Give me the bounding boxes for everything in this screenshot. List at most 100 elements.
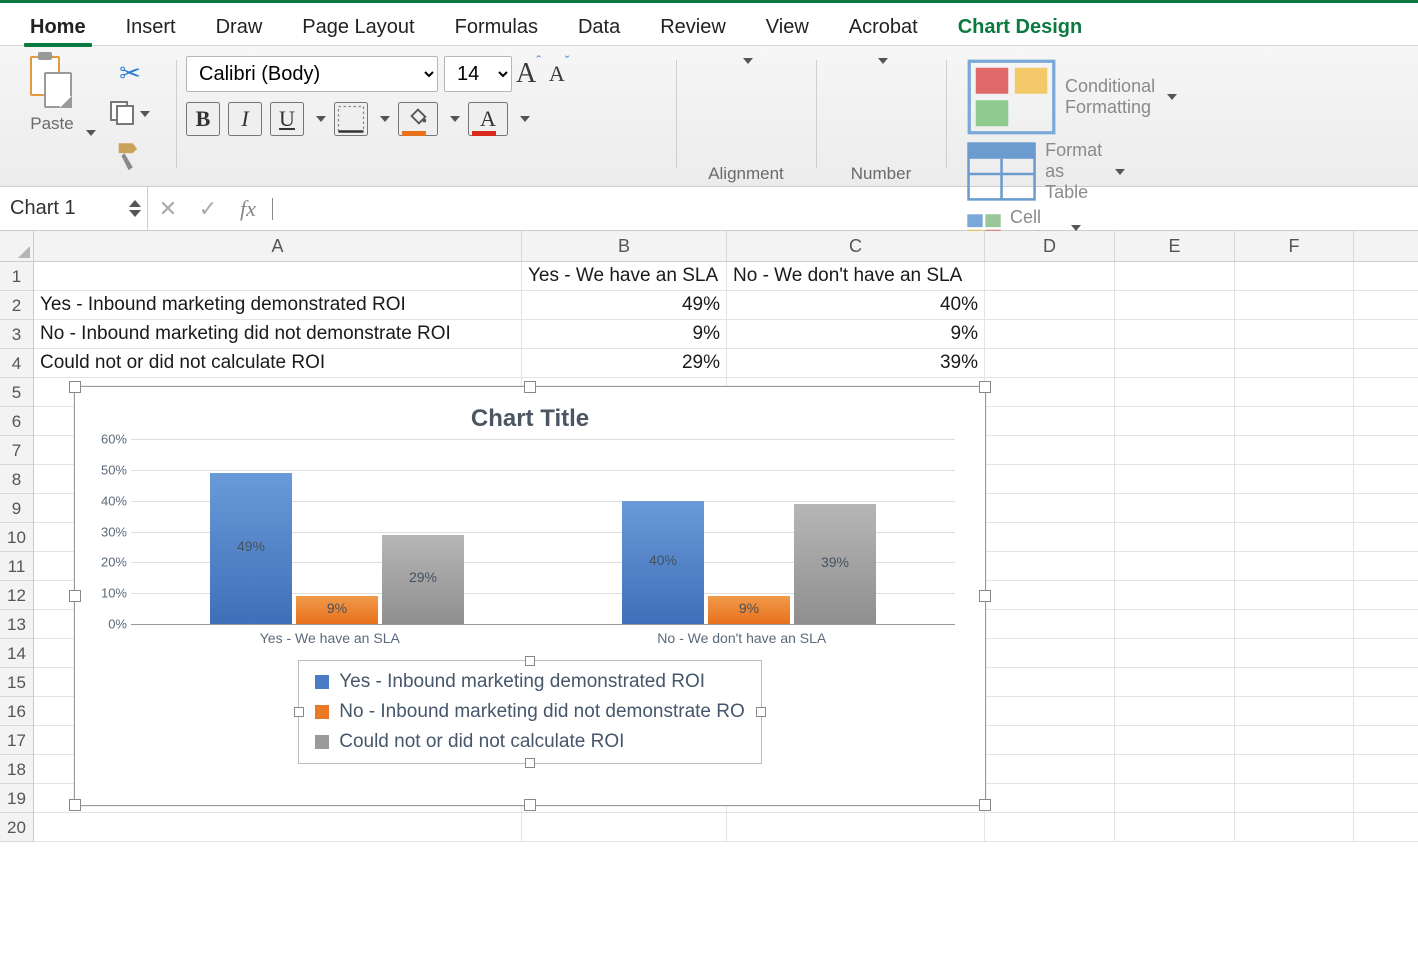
cell-D1[interactable] (985, 262, 1115, 290)
cell-F17[interactable] (1235, 726, 1354, 754)
paste-menu-caret[interactable] (86, 130, 96, 136)
cell-D6[interactable] (985, 407, 1115, 435)
ribbon-tab-review[interactable]: Review (640, 8, 746, 45)
cell-B4[interactable]: 29% (522, 349, 727, 377)
chart-bar[interactable]: 49% (210, 473, 292, 624)
cell-A2[interactable]: Yes - Inbound marketing demonstrated ROI (34, 291, 522, 319)
cell-E11[interactable] (1115, 552, 1235, 580)
chart-resize-handle-s[interactable] (524, 799, 536, 811)
cell-F5[interactable] (1235, 378, 1354, 406)
ribbon-tab-view[interactable]: View (746, 8, 829, 45)
cell-D15[interactable] (985, 668, 1115, 696)
column-header-D[interactable]: D (985, 231, 1115, 261)
cell-F4[interactable] (1235, 349, 1354, 377)
chart-resize-handle-nw[interactable] (69, 381, 81, 393)
cell-F2[interactable] (1235, 291, 1354, 319)
cell-E13[interactable] (1115, 610, 1235, 638)
cell-F16[interactable] (1235, 697, 1354, 725)
row-header-12[interactable]: 12 (0, 581, 33, 610)
cell-F18[interactable] (1235, 755, 1354, 783)
cell-F19[interactable] (1235, 784, 1354, 812)
embedded-chart[interactable]: Chart Title0%10%20%30%40%50%60%49%9%29%4… (74, 386, 986, 806)
font-color-button[interactable]: A (468, 102, 508, 136)
chart-legend-item[interactable]: No - Inbound marketing did not demonstra… (315, 697, 745, 727)
cell-E15[interactable] (1115, 668, 1235, 696)
row-header-6[interactable]: 6 (0, 407, 33, 436)
cell-A3[interactable]: No - Inbound marketing did not demonstra… (34, 320, 522, 348)
chart-legend[interactable]: Yes - Inbound marketing demonstrated ROI… (298, 660, 762, 764)
font-name-select[interactable]: Calibri (Body) (186, 56, 438, 92)
row-header-15[interactable]: 15 (0, 668, 33, 697)
cell-A20[interactable] (34, 813, 522, 841)
row-header-3[interactable]: 3 (0, 320, 33, 349)
cell-E12[interactable] (1115, 581, 1235, 609)
cell-D3[interactable] (985, 320, 1115, 348)
cell-E2[interactable] (1115, 291, 1235, 319)
name-box-spinner[interactable] (129, 200, 141, 217)
cell-F7[interactable] (1235, 436, 1354, 464)
cell-F12[interactable] (1235, 581, 1354, 609)
copy-button[interactable] (108, 99, 152, 129)
cell-B3[interactable]: 9% (522, 320, 727, 348)
cell-E16[interactable] (1115, 697, 1235, 725)
legend-resize-handle[interactable] (756, 707, 766, 717)
cell-D8[interactable] (985, 465, 1115, 493)
chart-resize-handle-n[interactable] (524, 381, 536, 393)
cell-F15[interactable] (1235, 668, 1354, 696)
cell-C2[interactable]: 40% (727, 291, 985, 319)
cancel-formula-button[interactable]: ✕ (148, 196, 188, 222)
column-header-F[interactable]: F (1235, 231, 1354, 261)
format-as-table-button[interactable]: Format as Table (966, 138, 1125, 205)
column-header-E[interactable]: E (1115, 231, 1235, 261)
cell-F6[interactable] (1235, 407, 1354, 435)
row-header-10[interactable]: 10 (0, 523, 33, 552)
chart-resize-handle-se[interactable] (979, 799, 991, 811)
row-header-1[interactable]: 1 (0, 262, 33, 291)
row-header-17[interactable]: 17 (0, 726, 33, 755)
cell-E7[interactable] (1115, 436, 1235, 464)
borders-button[interactable] (334, 102, 368, 136)
alignment-menu-caret[interactable] (743, 58, 753, 64)
cell-D16[interactable] (985, 697, 1115, 725)
cell-F3[interactable] (1235, 320, 1354, 348)
cell-B1[interactable]: Yes - We have an SLA (522, 262, 727, 290)
cell-F20[interactable] (1235, 813, 1354, 841)
cell-B20[interactable] (522, 813, 727, 841)
underline-menu-caret[interactable] (316, 116, 326, 122)
cell-C20[interactable] (727, 813, 985, 841)
decrease-font-button[interactable]: Aˇ (545, 61, 574, 87)
row-header-19[interactable]: 19 (0, 784, 33, 813)
cell-F1[interactable] (1235, 262, 1354, 290)
cell-D13[interactable] (985, 610, 1115, 638)
fill-color-button[interactable] (398, 102, 438, 136)
chart-bar[interactable]: 39% (794, 504, 876, 624)
chart-bar[interactable]: 40% (622, 501, 704, 624)
copy-menu-caret[interactable] (140, 111, 150, 117)
chart-title[interactable]: Chart Title (75, 387, 985, 439)
chart-resize-handle-e[interactable] (979, 590, 991, 602)
cell-C3[interactable]: 9% (727, 320, 985, 348)
cells-area[interactable]: Yes - We have an SLANo - We don't have a… (34, 262, 1418, 842)
ribbon-tab-chart-design[interactable]: Chart Design (938, 8, 1102, 45)
cell-E6[interactable] (1115, 407, 1235, 435)
ribbon-tab-data[interactable]: Data (558, 8, 640, 45)
underline-button[interactable]: U (270, 102, 304, 136)
legend-resize-handle[interactable] (525, 656, 535, 666)
chart-bar[interactable]: 9% (708, 596, 790, 624)
column-header-A[interactable]: A (34, 231, 522, 261)
ribbon-tab-home[interactable]: Home (10, 8, 106, 45)
cell-D10[interactable] (985, 523, 1115, 551)
cut-button[interactable]: ✂ (117, 56, 143, 91)
legend-resize-handle[interactable] (525, 758, 535, 768)
cell-E3[interactable] (1115, 320, 1235, 348)
ribbon-tab-formulas[interactable]: Formulas (435, 8, 558, 45)
cell-D4[interactable] (985, 349, 1115, 377)
row-header-4[interactable]: 4 (0, 349, 33, 378)
cell-E1[interactable] (1115, 262, 1235, 290)
cell-E14[interactable] (1115, 639, 1235, 667)
cell-B2[interactable]: 49% (522, 291, 727, 319)
increase-font-button[interactable]: Aˆ (512, 58, 545, 90)
cell-A4[interactable]: Could not or did not calculate ROI (34, 349, 522, 377)
number-menu-caret[interactable] (878, 58, 888, 64)
cell-C4[interactable]: 39% (727, 349, 985, 377)
